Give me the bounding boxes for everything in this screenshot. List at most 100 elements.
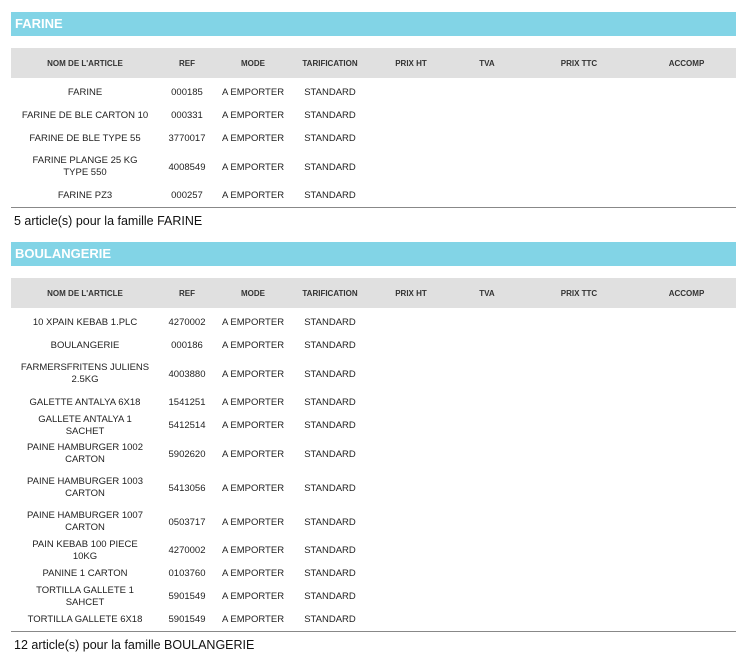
col-header-name: NOM DE L'ARTICLE <box>47 58 123 68</box>
cell-tarification: STANDARD <box>304 87 356 98</box>
family-title: FARINE <box>11 12 736 36</box>
family-summary: 12 article(s) pour la famille BOULANGERI… <box>14 638 255 652</box>
cell-mode: A EMPORTER <box>221 545 285 556</box>
cell-tarification: STANDARD <box>304 368 356 380</box>
cell-mode: A EMPORTER <box>221 110 285 121</box>
cell-ref: 000331 <box>171 110 203 121</box>
cell-mode: A EMPORTER <box>221 317 285 328</box>
table-row: 10 XPAIN KEBAB 1.PLC 4270002 A EMPORTER … <box>11 311 736 334</box>
cell-mode: A EMPORTER <box>221 397 285 408</box>
cell-tarification: STANDARD <box>304 614 356 625</box>
family-section-farine: FARINE NOM DE L'ARTICLE REF MODE TARIFIC… <box>11 12 736 228</box>
table-row: FARINE PLANGE 25 KG TYPE 550 4008549 A E… <box>11 150 736 184</box>
table-row: TORTILLA GALLETE 1 SAHCET 5901549 A EMPO… <box>11 585 736 608</box>
table-divider <box>11 631 736 632</box>
col-header-prix-ht: PRIX HT <box>395 58 427 68</box>
cell-name: TORTILLA GALLETE 1 SAHCET <box>36 584 134 608</box>
cell-name: BOULANGERIE <box>50 339 120 351</box>
cell-name: FARINE PZ3 <box>57 189 113 201</box>
table-row: PAINE HAMBURGER 1003 CARTON 5413056 A EM… <box>11 471 736 505</box>
col-header-accomp: ACCOMP <box>668 288 705 298</box>
cell-mode: A EMPORTER <box>221 591 285 602</box>
cell-name: PAINE HAMBURGER 1003 CARTON <box>27 476 143 499</box>
cell-mode: A EMPORTER <box>221 133 285 144</box>
cell-tarification: STANDARD <box>304 340 356 351</box>
cell-name: FARINE DE BLE CARTON 10 <box>21 109 149 121</box>
cell-name: PAINE HAMBURGER 1002 CARTON <box>27 442 143 465</box>
cell-ref: 4008549 <box>168 161 206 173</box>
cell-mode: A EMPORTER <box>221 368 285 380</box>
table-divider <box>11 207 736 208</box>
cell-mode: A EMPORTER <box>221 568 285 579</box>
table-header: NOM DE L'ARTICLE REF MODE TARIFICATION P… <box>11 278 736 308</box>
cell-ref: 000186 <box>171 340 203 351</box>
col-header-mode: MODE <box>241 58 265 68</box>
cell-name: FARMERSFRITENS JULIENS 2.5KG <box>20 362 150 385</box>
cell-mode: A EMPORTER <box>221 420 285 431</box>
cell-mode: A EMPORTER <box>221 516 285 528</box>
col-header-prix-ttc: PRIX TTC <box>560 58 598 68</box>
col-header-ref: REF <box>179 288 195 298</box>
cell-ref: 5901549 <box>168 614 206 625</box>
cell-ref: 4003880 <box>168 368 206 380</box>
cell-tarification: STANDARD <box>304 568 356 579</box>
family-section-boulangerie: BOULANGERIE NOM DE L'ARTICLE REF MODE TA… <box>11 242 736 652</box>
cell-name: PANINE 1 CARTON <box>42 567 128 579</box>
cell-ref: 000257 <box>171 190 203 201</box>
table-row: FARINE PZ3 000257 A EMPORTER STANDARD <box>11 184 736 207</box>
cell-tarification: STANDARD <box>304 545 356 556</box>
cell-name: 10 XPAIN KEBAB 1.PLC <box>32 316 138 328</box>
cell-mode: A EMPORTER <box>221 482 285 494</box>
cell-ref: 5413056 <box>168 482 206 494</box>
table-row: PANINE 1 CARTON 0103760 A EMPORTER STAND… <box>11 562 736 585</box>
cell-ref: 5902620 <box>168 448 206 460</box>
col-header-tva: TVA <box>479 288 495 298</box>
table-row: PAINE HAMBURGER 1007 CARTON 0503717 A EM… <box>11 505 736 539</box>
col-header-tva: TVA <box>479 58 495 68</box>
cell-ref: 5412514 <box>168 420 206 431</box>
cell-name: TORTILLA GALLETE 6X18 <box>27 613 143 625</box>
cell-ref: 4270002 <box>168 317 206 328</box>
cell-mode: A EMPORTER <box>221 614 285 625</box>
cell-tarification: STANDARD <box>304 591 356 602</box>
col-header-prix-ttc: PRIX TTC <box>560 288 598 298</box>
cell-tarification: STANDARD <box>304 161 356 173</box>
cell-name: FARINE <box>67 86 103 98</box>
cell-tarification: STANDARD <box>304 397 356 408</box>
col-header-accomp: ACCOMP <box>668 58 705 68</box>
cell-ref: 3770017 <box>168 133 206 144</box>
col-header-mode: MODE <box>241 288 265 298</box>
table-row: FARINE DE BLE TYPE 55 3770017 A EMPORTER… <box>11 127 736 150</box>
cell-tarification: STANDARD <box>304 516 356 528</box>
cell-ref: 000185 <box>171 87 203 98</box>
cell-tarification: STANDARD <box>304 190 356 201</box>
table-row: FARMERSFRITENS JULIENS 2.5KG 4003880 A E… <box>11 357 736 391</box>
cell-ref: 1541251 <box>168 397 206 408</box>
cell-mode: A EMPORTER <box>221 190 285 201</box>
col-header-name: NOM DE L'ARTICLE <box>47 288 123 298</box>
cell-ref: 0503717 <box>168 516 206 528</box>
cell-ref: 5901549 <box>168 591 206 602</box>
cell-mode: A EMPORTER <box>221 161 285 173</box>
col-header-prix-ht: PRIX HT <box>395 288 427 298</box>
family-summary: 5 article(s) pour la famille FARINE <box>14 214 203 228</box>
cell-name: FARINE DE BLE TYPE 55 <box>29 132 141 144</box>
table-row: GALETTE ANTALYA 6X18 1541251 A EMPORTER … <box>11 391 736 414</box>
cell-mode: A EMPORTER <box>221 340 285 351</box>
cell-mode: A EMPORTER <box>221 87 285 98</box>
cell-name: PAIN KEBAB 100 PIECE 10KG <box>32 538 138 562</box>
cell-name: FARINE PLANGE 25 KG TYPE 550 <box>32 155 138 178</box>
table-row: FARINE DE BLE CARTON 10 000331 A EMPORTE… <box>11 104 736 127</box>
family-title: BOULANGERIE <box>11 242 736 266</box>
cell-ref: 0103760 <box>168 568 206 579</box>
cell-ref: 4270002 <box>168 545 206 556</box>
cell-tarification: STANDARD <box>304 482 356 494</box>
cell-tarification: STANDARD <box>304 420 356 431</box>
table-header: NOM DE L'ARTICLE REF MODE TARIFICATION P… <box>11 48 736 78</box>
table-row: GALLETE ANTALYA 1 SACHET 5412514 A EMPOR… <box>11 414 736 437</box>
table-row: PAIN KEBAB 100 PIECE 10KG 4270002 A EMPO… <box>11 539 736 562</box>
table-row: TORTILLA GALLETE 6X18 5901549 A EMPORTER… <box>11 608 736 631</box>
cell-name: GALETTE ANTALYA 6X18 <box>29 396 141 408</box>
table-row: BOULANGERIE 000186 A EMPORTER STANDARD <box>11 334 736 357</box>
cell-mode: A EMPORTER <box>221 448 285 460</box>
